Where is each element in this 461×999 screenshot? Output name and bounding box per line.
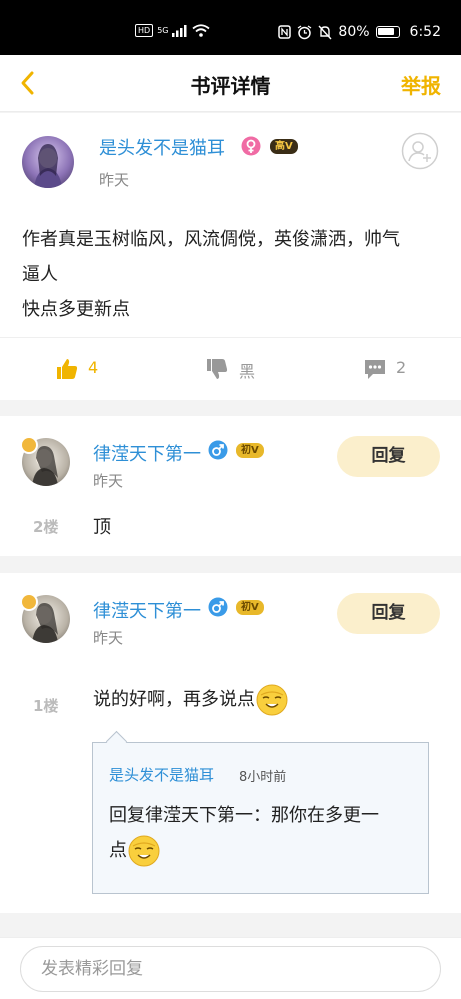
vip-badge: 初V (236, 600, 264, 615)
female-icon (241, 136, 261, 156)
avatar-crown-badge (20, 436, 38, 454)
clock: 6:52 (409, 24, 441, 40)
reply-time: 昨天 (93, 629, 124, 647)
thumbs-up-icon (57, 359, 78, 379)
vip-badge: 高V (270, 139, 298, 154)
reply-time: 昨天 (93, 472, 124, 490)
male-icon (208, 440, 228, 460)
thumbs-down-icon (207, 359, 228, 379)
vip-badge: 初V (236, 443, 264, 458)
hd-indicator: HD (135, 24, 154, 37)
battery-icon (375, 26, 400, 38)
quote-time: 8小时前 (239, 770, 287, 785)
avatar-crown-badge (20, 593, 38, 611)
comment-count: 2 (396, 358, 407, 377)
post-content-line-2: 逼人 (22, 264, 58, 285)
add-user-icon[interactable] (401, 132, 439, 170)
comment-icon (365, 360, 385, 379)
comment-button[interactable]: 2 (363, 355, 433, 383)
status-bar: HD 5G 80% 6:52 (0, 0, 461, 55)
post-content-line-3: 快点多更新点 (22, 299, 130, 320)
alarm-icon (298, 24, 312, 39)
floor-number: 1楼 (33, 697, 59, 715)
dislike-label: 黑 (239, 362, 256, 381)
divider (0, 337, 461, 338)
wifi-icon (192, 24, 211, 37)
reply-card: 律滢天下第一 初V 昨天 回复 2楼 顶 (0, 416, 461, 556)
floor-number: 2楼 (33, 518, 59, 536)
post-time: 昨天 (99, 171, 130, 189)
grinning-face-icon (256, 684, 288, 716)
reply-button[interactable]: 回复 (337, 593, 440, 634)
status-left-icons: HD 5G (135, 24, 211, 37)
dislike-button[interactable]: 黑 (205, 355, 285, 383)
post-card: 是头发不是猫耳 高V 昨天 作者真是玉树临风，风流倜傥，英俊潇洒，帅气 逼人 快… (0, 113, 461, 400)
post-author-name[interactable]: 是头发不是猫耳 (99, 134, 225, 160)
mute-bell-icon (318, 25, 332, 39)
report-button[interactable]: 举报 (401, 70, 441, 99)
male-icon (208, 597, 228, 617)
avatar-figure-icon (34, 144, 62, 188)
reply-input[interactable] (20, 946, 441, 992)
quote-text-line-1: 回复律滢天下第一：那你在多更一 (109, 805, 379, 826)
reply-text-row: 说的好啊，再多说点 (93, 683, 289, 717)
status-right-icons: 80% 6:52 (278, 24, 441, 40)
network-type: 5G (157, 26, 169, 35)
reply-text: 顶 (93, 517, 111, 538)
reply-button[interactable]: 回复 (337, 436, 440, 477)
page-title: 书评详情 (190, 74, 271, 98)
reply-text: 说的好啊，再多说点 (93, 689, 255, 710)
quote-author-name[interactable]: 是头发不是猫耳 (109, 764, 214, 785)
quoted-reply[interactable]: 是头发不是猫耳 8小时前 回复律滢天下第一：那你在多更一 点 (92, 742, 429, 894)
like-button[interactable]: 4 (55, 355, 135, 383)
quote-text-line-2-row: 点 (109, 834, 161, 868)
nav-bar: 书评详情 举报 (0, 55, 461, 112)
nfc-icon (278, 25, 292, 39)
avatar[interactable] (22, 136, 74, 188)
signal-icon (172, 24, 187, 37)
like-count: 4 (88, 358, 99, 377)
composer-bar (0, 937, 461, 999)
reply-author-name[interactable]: 律滢天下第一 (93, 597, 201, 623)
quote-text-line-2: 点 (109, 840, 127, 861)
post-content-line-1: 作者真是玉树临风，风流倜傥，英俊潇洒，帅气 (22, 229, 400, 250)
battery-percent: 80% (338, 24, 370, 40)
grinning-face-icon (128, 835, 160, 867)
reply-author-name[interactable]: 律滢天下第一 (93, 440, 201, 466)
